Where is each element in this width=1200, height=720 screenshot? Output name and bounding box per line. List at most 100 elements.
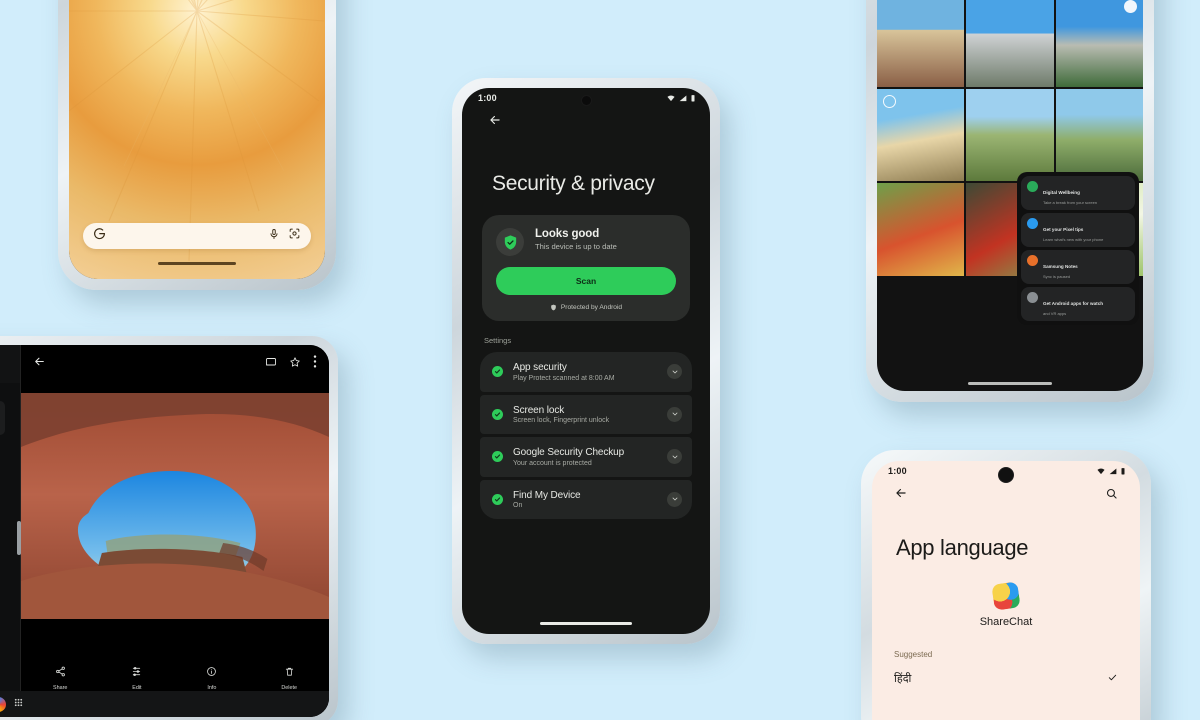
status-icons — [666, 94, 696, 103]
photo-tile[interactable] — [877, 183, 965, 276]
protected-label: Protected by Android — [560, 304, 623, 311]
chevron-down-icon[interactable] — [667, 449, 682, 465]
trash-icon — [285, 667, 293, 676]
chevron-down-icon[interactable] — [667, 364, 682, 380]
status-card-top: Looks good This device is up to date — [496, 228, 676, 256]
home-indicator — [540, 622, 632, 625]
notification-item[interactable]: Get Android apps for watch and VR apps — [1021, 287, 1135, 321]
shield-check-icon — [496, 228, 524, 256]
page-title: App language — [896, 535, 1029, 560]
split-drag-handle[interactable] — [17, 521, 21, 555]
viewer-actions — [265, 355, 317, 373]
notification-subtitle: Sync is paused — [1043, 274, 1071, 279]
notification-item[interactable]: Samsung Notes Sync is paused — [1021, 250, 1135, 284]
scan-button[interactable]: Scan — [496, 267, 676, 295]
wifi-icon — [1097, 468, 1105, 474]
settings-row-title: Find My Device — [513, 489, 581, 501]
select-circle-icon[interactable] — [1124, 0, 1137, 14]
settings-row-screen-lock[interactable]: Screen lock Screen lock, Fingerprint unl… — [480, 394, 692, 434]
notification-title: Samsung Notes — [1043, 264, 1078, 269]
chevron-down-icon[interactable] — [667, 406, 682, 422]
notification-title: Get Android apps for watch — [1043, 301, 1104, 306]
photo-tile[interactable] — [966, 0, 1054, 87]
settings-row-subtitle: On — [513, 502, 523, 509]
notification-item[interactable]: Digital Wellbeing Take a break from your… — [1021, 176, 1135, 210]
settings-section-label: Settings — [484, 336, 512, 345]
chevron-down-icon[interactable] — [667, 491, 682, 507]
notification-app-icon — [1027, 255, 1038, 266]
status-time: 1:00 — [478, 93, 497, 103]
notification-subtitle: Take a break from your screen — [1043, 200, 1098, 205]
viewer-topbar — [21, 345, 329, 383]
share-action[interactable]: Share — [53, 664, 67, 691]
check-circle-icon — [492, 366, 503, 378]
info-action[interactable]: Info — [206, 664, 217, 691]
tablet-side-card[interactable] — [0, 401, 5, 435]
photos-icon[interactable] — [0, 696, 6, 712]
home-indicator — [968, 382, 1052, 385]
back-button[interactable] — [462, 103, 710, 130]
search-button[interactable] — [1105, 487, 1118, 503]
settings-row-subtitle: Play Protect scanned at 8:00 AM — [513, 374, 615, 382]
language-row-hindi[interactable]: हिंदी — [872, 659, 1140, 686]
notification-shade: Digital Wellbeing Take a break from your… — [1017, 172, 1139, 325]
photo-tile[interactable] — [1055, 0, 1143, 87]
settings-row-google-security-checkup[interactable]: Google Security Checkup Your account is … — [480, 437, 692, 477]
photo-tile[interactable] — [966, 88, 1054, 182]
star-icon[interactable] — [289, 355, 301, 373]
notification-item[interactable]: Get your Pixel tips Learn what's new wit… — [1021, 213, 1135, 247]
edit-action[interactable]: Edit — [131, 664, 142, 691]
back-button[interactable] — [894, 486, 908, 503]
photo-tile[interactable] — [877, 0, 965, 87]
cast-icon[interactable] — [265, 355, 277, 373]
info-icon — [207, 667, 217, 676]
back-arrow-icon[interactable] — [33, 355, 46, 373]
check-circle-icon — [492, 493, 503, 505]
select-circle-icon[interactable] — [883, 94, 896, 108]
search-icon — [1106, 488, 1117, 499]
tablet-left-toolbar — [0, 345, 20, 383]
language-name: हिंदी — [894, 673, 912, 685]
settings-row-subtitle: Screen lock, Fingerprint unlock — [513, 417, 610, 424]
device-photos-phone: Sunday — [866, 0, 1154, 402]
status-heading: Looks good — [535, 228, 600, 240]
all-apps-icon[interactable] — [13, 695, 24, 713]
page-title: Security & privacy — [492, 172, 655, 195]
taskbar — [0, 691, 329, 717]
settings-list: App security Play Protect scanned at 8:0… — [480, 352, 692, 519]
front-camera-icon — [581, 95, 592, 106]
back-arrow-icon — [490, 115, 500, 125]
status-subtext: This device is up to date — [535, 242, 617, 251]
google-lens-icon[interactable] — [288, 227, 301, 245]
security-status-card: Looks good This device is up to date Sca… — [482, 215, 690, 321]
phone-screen: 1:00 Security & privacy Looks good This … — [462, 88, 710, 634]
edit-icon — [133, 667, 141, 676]
viewer-action-bar: Share Edit Info Delete — [21, 664, 329, 691]
settings-row-app-security[interactable]: App security Play Protect scanned at 8:0… — [480, 352, 692, 392]
search-input[interactable] — [83, 223, 311, 249]
photo-tile[interactable] — [1055, 88, 1143, 182]
phone-screen: Sunday — [877, 0, 1143, 391]
tablet-screen: Share Edit Info Delete — [0, 345, 329, 717]
signal-icon — [1109, 468, 1117, 474]
photo-canvas[interactable] — [21, 393, 329, 619]
tablet-photo-viewer: Share Edit Info Delete — [0, 345, 329, 717]
notification-title: Get your Pixel tips — [1043, 227, 1084, 232]
notification-app-icon — [1027, 218, 1038, 229]
settings-row-title: Screen lock — [513, 404, 565, 416]
settings-row-find-my-device[interactable]: Find My Device On — [480, 479, 692, 519]
status-time: 1:00 — [888, 466, 907, 476]
suggested-label: Suggested — [894, 650, 933, 659]
wifi-icon — [667, 95, 675, 101]
battery-icon — [1121, 467, 1125, 474]
protected-by-android: Protected by Android — [496, 304, 676, 311]
delete-action[interactable]: Delete — [281, 664, 297, 691]
device-home-phone: Social Games Health — [58, 0, 336, 290]
notification-app-icon — [1027, 292, 1038, 303]
more-vert-icon[interactable] — [313, 355, 317, 373]
notification-app-icon — [1027, 181, 1038, 192]
microphone-icon[interactable] — [268, 227, 280, 245]
home-indicator — [158, 262, 236, 265]
photo-tile[interactable] — [877, 88, 965, 182]
app-name: ShareChat — [979, 616, 1033, 628]
